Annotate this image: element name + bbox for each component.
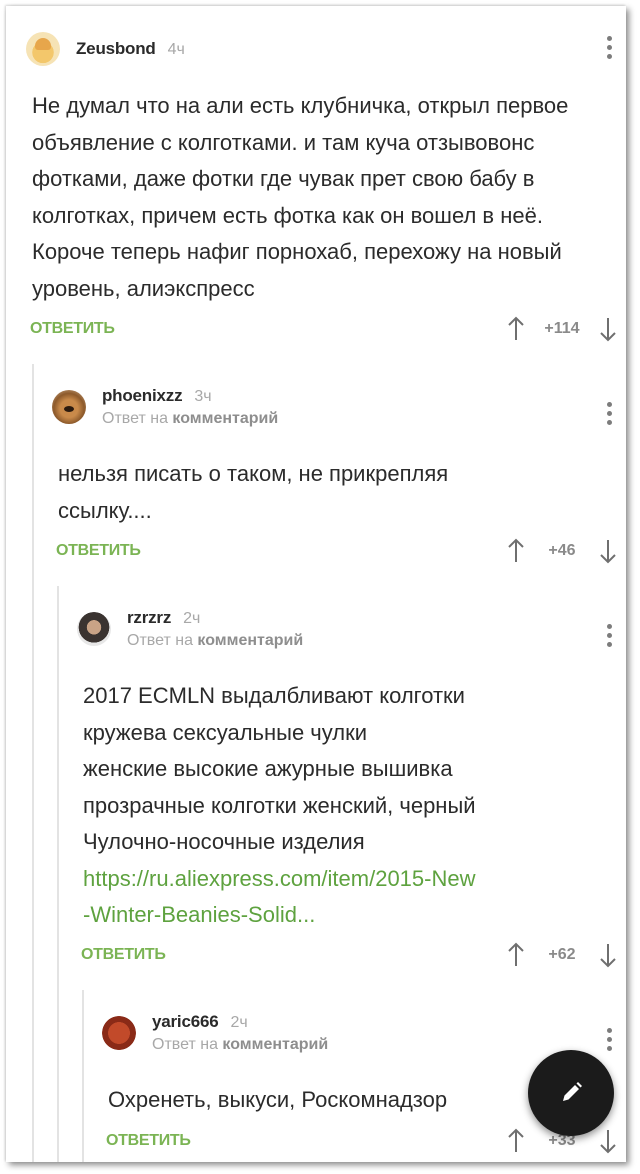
kebab-menu-icon[interactable] xyxy=(606,36,612,59)
comment-header: Zeusbond 4ч xyxy=(26,24,185,74)
arrow-down-icon[interactable] xyxy=(600,942,616,968)
kebab-menu-icon[interactable] xyxy=(606,402,612,425)
timestamp: 3ч xyxy=(194,388,212,405)
comment-actions: ОТВЕТИТЬ +33 xyxy=(102,1126,626,1156)
thread-line xyxy=(32,364,34,1162)
avatar[interactable] xyxy=(102,1016,136,1050)
vote-score: +114 xyxy=(544,320,580,337)
kebab-menu-icon[interactable] xyxy=(606,624,612,647)
comment-actions: ОТВЕТИТЬ +114 xyxy=(26,314,626,344)
comment-rzrzrz: rzrzrz 2ч Ответ на комментарий 2017 ECML… xyxy=(77,604,626,984)
timestamp: 4ч xyxy=(167,41,185,58)
arrow-up-icon[interactable] xyxy=(508,538,524,564)
vote-score: +46 xyxy=(548,542,576,559)
thread-line xyxy=(57,586,59,1162)
reply-button[interactable]: ОТВЕТИТЬ xyxy=(56,542,141,560)
username[interactable]: yaric666 xyxy=(152,1012,219,1032)
arrow-down-icon[interactable] xyxy=(600,316,616,342)
arrow-up-icon[interactable] xyxy=(508,942,524,968)
username[interactable]: Zeusbond xyxy=(76,39,156,59)
thread-line xyxy=(82,990,84,1162)
comment-actions: ОТВЕТИТЬ +46 xyxy=(52,536,626,566)
arrow-up-icon[interactable] xyxy=(508,316,524,342)
comment-header: rzrzrz 2ч Ответ на комментарий xyxy=(77,604,303,654)
reply-to-label[interactable]: Ответ на комментарий xyxy=(152,1036,328,1054)
username[interactable]: phoenixzz xyxy=(102,386,183,406)
comment-text: Охренеть, выкуси, Роскомнадзор xyxy=(108,1087,448,1112)
comment-text: нельзя писать о таком, не прикрепляя ссы… xyxy=(58,461,449,523)
vote-score: +62 xyxy=(548,946,576,963)
pencil-icon xyxy=(563,1082,582,1101)
product-link[interactable]: -Winter-Beanies-Solid... xyxy=(83,902,315,927)
comment-header: yaric666 2ч Ответ на комментарий xyxy=(102,1008,328,1058)
reply-to-label[interactable]: Ответ на комментарий xyxy=(127,632,303,650)
text-line: кружева сексуальные чулки xyxy=(83,719,368,745)
comment-actions: ОТВЕТИТЬ +62 xyxy=(77,940,626,970)
avatar[interactable] xyxy=(77,612,111,646)
arrow-down-icon[interactable] xyxy=(600,1128,616,1154)
text-line: женские высокие ажурные вышивка xyxy=(83,756,453,781)
kebab-menu-icon[interactable] xyxy=(606,1028,612,1051)
text-line: Чулочно-носочные изделия xyxy=(83,829,365,854)
product-link[interactable]: https://ru.aliexpress.com/item/2015-New xyxy=(83,866,476,891)
comment-phoenixzz: phoenixzz 3ч Ответ на комментарий нельзя… xyxy=(52,382,626,582)
reply-button[interactable]: ОТВЕТИТЬ xyxy=(30,320,115,338)
comments-screen: Zeusbond 4ч Не думал что на али есть клу… xyxy=(6,6,626,1162)
username[interactable]: rzrzrz xyxy=(127,608,171,628)
timestamp: 2ч xyxy=(230,1014,248,1031)
comment-zeusbond: Zeusbond 4ч Не думал что на али есть клу… xyxy=(26,24,626,354)
timestamp: 2ч xyxy=(183,610,201,627)
compose-button[interactable] xyxy=(528,1050,614,1136)
reply-to-label[interactable]: Ответ на комментарий xyxy=(102,410,278,428)
avatar[interactable] xyxy=(52,390,86,424)
comment-text: 2017 ECMLN выдалбливают колготки кружева… xyxy=(83,678,603,934)
avatar[interactable] xyxy=(26,32,60,66)
text-line: прозрачные колготки женский, черный xyxy=(83,792,476,818)
arrow-up-icon[interactable] xyxy=(508,1128,524,1154)
comment-header: phoenixzz 3ч Ответ на комментарий xyxy=(52,382,278,432)
reply-button[interactable]: ОТВЕТИТЬ xyxy=(106,1132,191,1150)
arrow-down-icon[interactable] xyxy=(600,538,616,564)
comment-text: Не думал что на али есть клубничка, откр… xyxy=(32,93,569,301)
reply-button[interactable]: ОТВЕТИТЬ xyxy=(81,946,166,964)
text-line: 2017 ECMLN выдалбливают колготки xyxy=(83,683,465,708)
